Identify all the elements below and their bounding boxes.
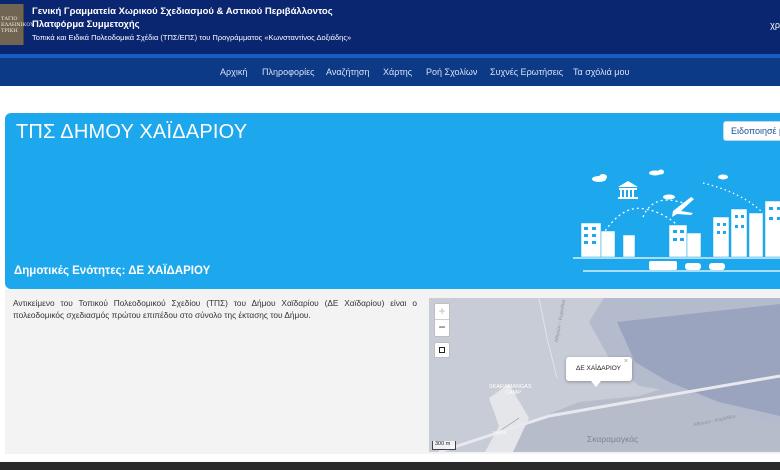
plan-description: Αντικείμενο του Τοπικού Πολεοδομικού Σχε…	[13, 298, 417, 320]
header-title-line-1: Γενική Γραμματεία Χωρικού Σχεδιασμού & Α…	[32, 6, 333, 17]
map-popup: × ΔΕ ΧΑΪΔΑΡΙΟΥ	[566, 357, 632, 387]
nav-item-map[interactable]: Χάρτης	[383, 67, 412, 77]
nav-item-home[interactable]: Αρχική	[220, 67, 247, 77]
page-footer	[0, 462, 780, 470]
nav-item-faq[interactable]: Συχνές Ερωτήσεις	[490, 67, 563, 77]
zoom-in-button[interactable]: +	[435, 304, 449, 320]
place-label-skaramangas: Σκαραμαγκάς	[587, 434, 639, 444]
place-label-camp: SKARAMANGAS CAMP	[489, 384, 531, 396]
header-title: Γενική Γραμματεία Χωρικού Σχεδιασμού & Α…	[32, 5, 333, 31]
plan-map[interactable]: SKARAMANGAS CAMP Σκαραμαγκάς Αθηνών - Κο…	[429, 298, 780, 452]
nav-item-search[interactable]: Αναζήτηση	[326, 67, 369, 77]
page-title: ΤΠΣ ΔΗΜΟΥ ΧΑΪΔΑΡΙΟΥ	[16, 121, 248, 143]
map-zoom-control: + −	[434, 303, 450, 337]
ministry-logo[interactable]: ΤΑΓΙΟ ΕΛΛΗΝΙΚΟΥ ΤΡΙΚΗ	[0, 4, 34, 45]
logo-text-line-3: ΤΡΙΚΗ	[1, 28, 18, 34]
city-illustration	[573, 169, 780, 272]
place-label-schisto: Σχιστό	[493, 430, 507, 435]
place-label-camp-line-2: CAMP	[505, 390, 521, 396]
nav-item-comments-feed[interactable]: Ροή Σχολίων	[426, 67, 477, 77]
popup-label: ΔΕ ΧΑΪΔΑΡΙΟΥ	[576, 365, 621, 372]
municipal-units: Δημοτικές Ενότητες: ΔΕ ΧΑΪΔΑΡΙΟΥ	[14, 265, 211, 277]
nav-item-my-comments[interactable]: Τα σχόλιά μου	[573, 67, 629, 77]
header-title-line-2: Πλατφόρμα Συμμετοχής	[32, 19, 140, 30]
plan-banner: ΤΠΣ ΔΗΜΟΥ ΧΑΪΔΑΡΙΟΥ Ειδοποιησέ μ Δημοτικ…	[5, 113, 780, 289]
notify-button[interactable]: Ειδοποιησέ μ	[723, 121, 780, 141]
main-nav: Αρχική Πληροφορίες Αναζήτηση Χάρτης Ροή …	[0, 58, 780, 86]
popup-close-icon[interactable]: ×	[624, 358, 628, 365]
fullscreen-button[interactable]	[434, 342, 450, 358]
nav-item-info[interactable]: Πληροφορίες	[262, 67, 314, 77]
fullscreen-icon	[439, 347, 445, 353]
zoom-out-button[interactable]: −	[435, 320, 449, 336]
header-subtitle: Τοπικά και Ειδικά Πολεοδομικά Σχέδια (ΤΠ…	[32, 33, 352, 42]
map-scale-bar: 300 m	[432, 441, 456, 450]
top-header: ΤΑΓΙΟ ΕΛΛΗΝΙΚΟΥ ΤΡΙΚΗ Γενική Γραμματεία …	[0, 0, 780, 54]
user-menu[interactable]: χρ	[770, 20, 780, 30]
